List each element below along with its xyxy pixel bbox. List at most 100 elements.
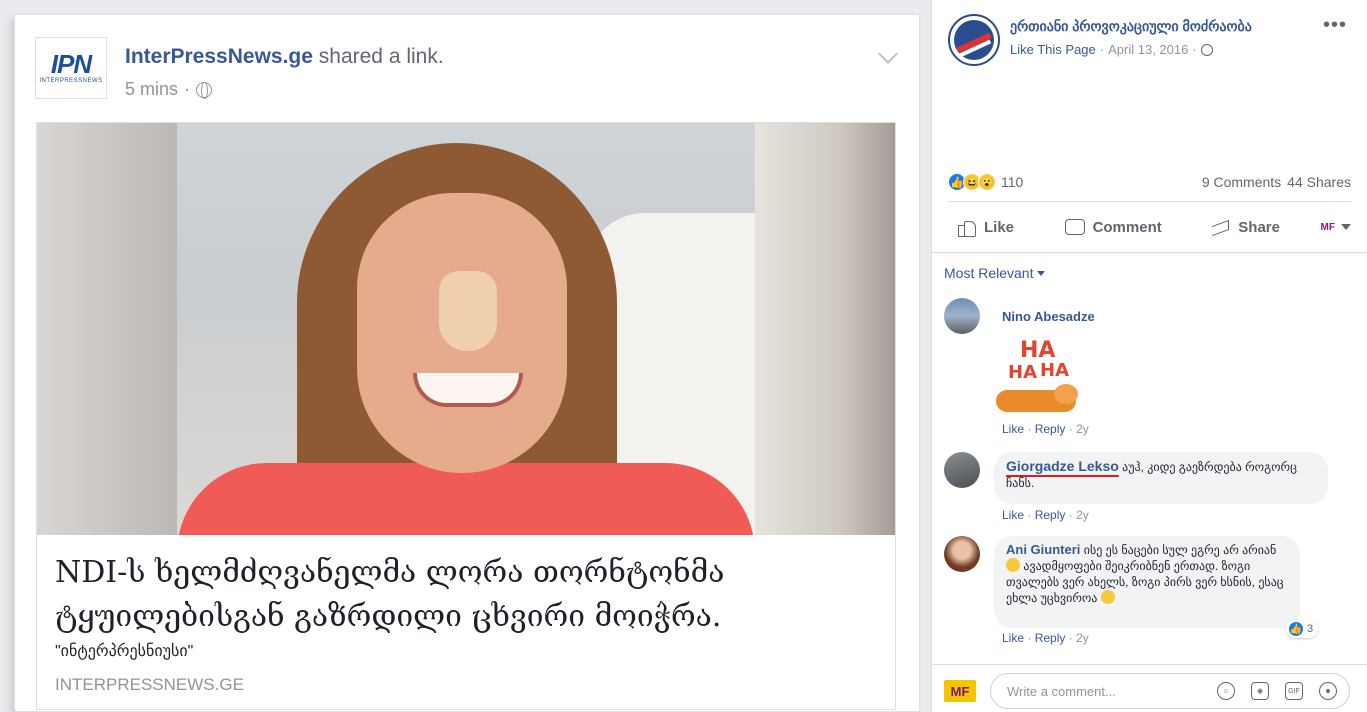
portrait-photo bbox=[177, 123, 755, 535]
comment-bubble: Ani Giunteri ისე ეს ნაცები სულ ეგრე არ ა… bbox=[994, 536, 1300, 628]
link-description: "ინტერპრესნიუსი" bbox=[55, 643, 194, 660]
link-preview-image[interactable] bbox=[37, 123, 895, 535]
like-reaction-icon: 👍 bbox=[1288, 621, 1304, 637]
comment-age[interactable]: 2y bbox=[1076, 631, 1089, 645]
post-header: IPN INTERPRESSNEWS InterPressNews.ge sha… bbox=[35, 37, 899, 107]
author-link[interactable]: InterPressNews.ge bbox=[125, 45, 313, 68]
link-domain: INTERPRESSNEWS.GE bbox=[55, 675, 244, 694]
comment-text: ავადმყოფები შეიკრიბნენ ერთად. ზოგი თვალე… bbox=[1006, 559, 1284, 605]
comment-bubble-icon bbox=[1064, 219, 1085, 235]
author-line: InterPressNews.ge shared a link. bbox=[125, 45, 444, 69]
comment-label: Comment bbox=[1092, 218, 1162, 236]
separator: · bbox=[1027, 631, 1032, 645]
sticker-text: HA bbox=[1008, 362, 1037, 383]
logo-subtext: INTERPRESSNEWS bbox=[39, 78, 103, 84]
comment-placeholder: Write a comment... bbox=[1007, 684, 1116, 699]
commenter-avatar[interactable] bbox=[944, 452, 980, 488]
shirt-shape bbox=[177, 463, 755, 535]
post-action-text: shared a link. bbox=[312, 45, 444, 68]
comment-likes-count: 3 bbox=[1307, 623, 1314, 635]
like-button[interactable]: Like bbox=[948, 218, 1024, 237]
post-time[interactable]: 5 mins bbox=[125, 79, 178, 100]
camera-icon[interactable]: ◉ bbox=[1251, 682, 1269, 700]
commenter-name[interactable]: Nino Abesadze bbox=[1002, 309, 1095, 324]
divider bbox=[932, 664, 1367, 665]
reaction-icons[interactable]: 👍 😆 😮 110 bbox=[948, 173, 1023, 191]
sticker-text: HA bbox=[1040, 360, 1069, 381]
smile-emoji-icon bbox=[1006, 558, 1020, 572]
sticker-icon[interactable]: ☻ bbox=[1319, 682, 1337, 700]
link-preview-card[interactable]: NDI-ს ხელმძღვანელმა ლორა თორნტონმა ტყუილ… bbox=[36, 122, 896, 710]
smile-shape bbox=[413, 373, 523, 407]
caret-down-icon bbox=[1340, 224, 1351, 230]
reaction-count: 110 bbox=[1001, 174, 1024, 190]
reactions-summary: 👍 😆 😮 110 9 Comments 44 Shares bbox=[948, 170, 1351, 194]
haha-sticker: HA HA HA bbox=[994, 338, 1090, 418]
screen: IPN INTERPRESSNEWS InterPressNews.ge sha… bbox=[0, 0, 1367, 712]
separator: · bbox=[1027, 508, 1032, 522]
meta-separator: · bbox=[1192, 42, 1197, 57]
comment-reaction-count[interactable]: 👍 3 bbox=[1286, 620, 1319, 638]
gif-icon[interactable]: GIF bbox=[1285, 682, 1303, 700]
comment-text: ისე ეს ნაცები სულ ეგრე არ არიან bbox=[1083, 543, 1277, 557]
page-name-link[interactable]: ერთიანი პროვოკაციული მოძრაობა bbox=[1010, 18, 1252, 35]
public-globe-icon bbox=[196, 81, 213, 99]
post-date[interactable]: April 13, 2016 bbox=[1108, 42, 1188, 57]
post-timestamp-line: 5 mins · bbox=[125, 79, 213, 100]
shared-link-post: IPN INTERPRESSNEWS InterPressNews.ge sha… bbox=[14, 14, 920, 712]
chevron-down-icon[interactable] bbox=[878, 44, 898, 64]
comment-reply-link[interactable]: Reply bbox=[1035, 631, 1066, 645]
post-actions: Like Comment Share MF bbox=[948, 208, 1351, 246]
image-background-left bbox=[37, 123, 177, 535]
link-title[interactable]: NDI-ს ხელმძღვანელმა ლორა თორნტონმა ტყუილ… bbox=[55, 551, 875, 639]
like-this-page-link[interactable]: Like This Page bbox=[1010, 42, 1096, 57]
commenter-avatar[interactable] bbox=[944, 536, 980, 572]
comment-age[interactable]: 2y bbox=[1076, 422, 1089, 436]
comment-age[interactable]: 2y bbox=[1076, 508, 1089, 522]
comments-count-link[interactable]: 9 Comments bbox=[1202, 174, 1281, 190]
more-options-icon[interactable]: ••• bbox=[1323, 14, 1347, 37]
image-background-right bbox=[755, 123, 895, 535]
wow-reaction-icon: 😮 bbox=[978, 173, 996, 191]
profile-selector[interactable]: MF bbox=[1321, 222, 1351, 233]
comment-share-counts: 9 Comments 44 Shares bbox=[1202, 174, 1351, 190]
divider bbox=[948, 201, 1351, 202]
comment-actions: Like · Reply · 2y bbox=[1002, 631, 1089, 645]
comment-input[interactable]: Write a comment... ☺ ◉ GIF ☻ bbox=[990, 673, 1350, 709]
page-avatar[interactable] bbox=[948, 14, 1000, 66]
share-button[interactable]: Share bbox=[1202, 219, 1290, 236]
comment-reply-link[interactable]: Reply bbox=[1035, 422, 1066, 436]
separator: · bbox=[1068, 422, 1073, 436]
comment-actions: Like · Reply · 2y bbox=[1002, 422, 1089, 436]
composer-icons: ☺ ◉ GIF ☻ bbox=[1217, 682, 1337, 700]
separator: · bbox=[1068, 631, 1073, 645]
page-logo[interactable]: IPN INTERPRESSNEWS bbox=[35, 37, 107, 99]
thumbs-up-icon bbox=[958, 218, 976, 237]
emoji-icon[interactable]: ☺ bbox=[1217, 682, 1235, 700]
caret-down-icon bbox=[1037, 270, 1046, 276]
comment-like-link[interactable]: Like bbox=[1002, 508, 1024, 522]
commenter-name[interactable]: Giorgadze Lekso bbox=[1006, 458, 1119, 474]
comment-like-link[interactable]: Like bbox=[1002, 422, 1024, 436]
comment-reply-link[interactable]: Reply bbox=[1035, 508, 1066, 522]
public-globe-icon bbox=[1200, 43, 1213, 56]
shares-count-link[interactable]: 44 Shares bbox=[1287, 174, 1351, 190]
commenter-name[interactable]: Ani Giunteri bbox=[1006, 542, 1080, 557]
like-label: Like bbox=[984, 218, 1015, 236]
page-meta: Like This Page · April 13, 2016 · bbox=[1010, 42, 1213, 57]
comment-sort-dropdown[interactable]: Most Relevant bbox=[944, 265, 1046, 281]
composer-avatar-text: MF bbox=[950, 683, 970, 699]
photo-side-panel: ერთიანი პროვოკაციული მოძრაობა Like This … bbox=[931, 0, 1367, 712]
share-label: Share bbox=[1238, 218, 1280, 236]
share-arrow-icon bbox=[1212, 220, 1230, 234]
sticker-dog-head-shape bbox=[1054, 384, 1078, 404]
commenter-avatar[interactable] bbox=[944, 298, 980, 334]
meta-separator: · bbox=[1099, 42, 1105, 57]
composer-avatar[interactable]: MF bbox=[944, 680, 976, 702]
comment-button[interactable]: Comment bbox=[1055, 219, 1172, 236]
smile-emoji-icon bbox=[1100, 590, 1115, 604]
separator: · bbox=[1027, 422, 1032, 436]
separator: · bbox=[1068, 508, 1073, 522]
divider bbox=[932, 252, 1367, 253]
comment-like-link[interactable]: Like bbox=[1002, 631, 1024, 645]
